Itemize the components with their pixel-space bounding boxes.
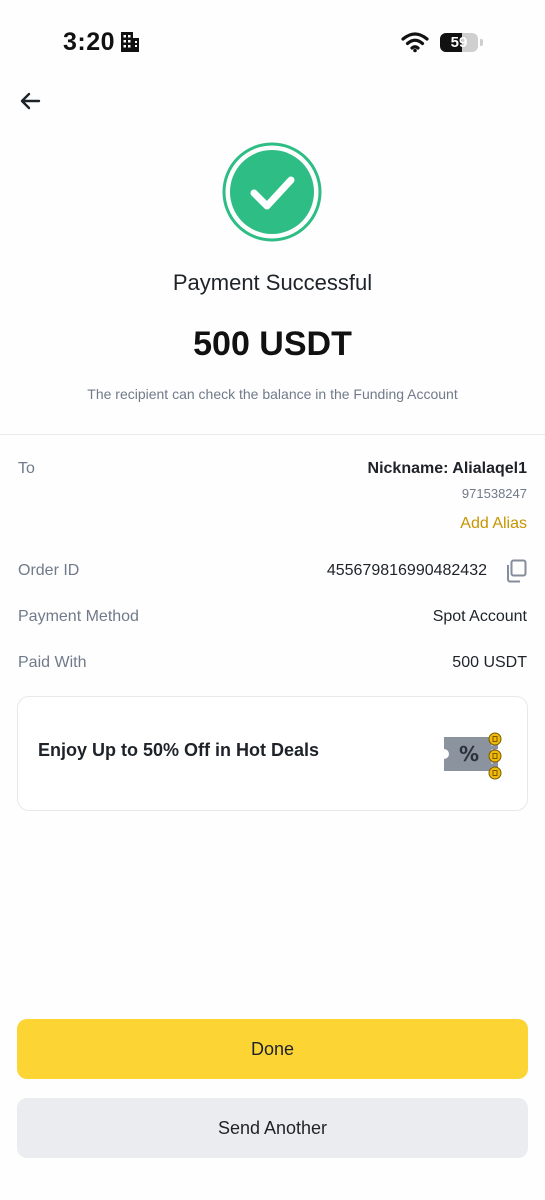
battery-nub xyxy=(480,39,483,46)
send-another-button[interactable]: Send Another xyxy=(17,1098,528,1158)
to-label: To xyxy=(18,460,35,477)
discount-ticket-icon: % xyxy=(442,727,506,783)
recipient-nickname: Nickname: Alialaqel1 xyxy=(367,460,527,477)
recipient-uid: 971538247 xyxy=(461,486,527,501)
payment-method-label: Payment Method xyxy=(18,608,139,625)
battery-icon: 59 xyxy=(440,33,478,52)
svg-text:%: % xyxy=(459,742,479,766)
section-divider xyxy=(0,434,545,435)
promo-card[interactable]: Enjoy Up to 50% Off in Hot Deals % xyxy=(17,696,528,811)
order-id-label: Order ID xyxy=(18,562,80,579)
result-note: The recipient can check the balance in t… xyxy=(87,386,458,402)
payment-success-screen: 3:20 59 Payment Successful 500 USDT The … xyxy=(0,0,545,1200)
check-circle-icon xyxy=(222,142,322,242)
done-button[interactable]: Done xyxy=(17,1019,528,1079)
result-title: Payment Successful xyxy=(172,270,373,295)
status-bar: 3:20 59 xyxy=(0,0,545,82)
back-button[interactable] xyxy=(14,86,46,116)
order-id-value: 455679816990482432 xyxy=(326,562,487,579)
paid-with-value: 500 USDT xyxy=(452,654,527,671)
battery-level: 59 xyxy=(450,34,468,51)
paid-with-label: Paid With xyxy=(18,654,87,671)
add-alias-link[interactable]: Add Alias xyxy=(460,515,527,533)
arrow-left-icon xyxy=(20,92,41,110)
building-icon xyxy=(120,31,140,58)
payment-method-value: Spot Account xyxy=(432,608,527,625)
promo-text: Enjoy Up to 50% Off in Hot Deals xyxy=(38,740,320,760)
status-time: 3:20 xyxy=(63,28,116,56)
copy-icon[interactable] xyxy=(505,559,527,583)
wifi-icon xyxy=(401,31,429,58)
result-amount: 500 USDT xyxy=(193,325,352,363)
